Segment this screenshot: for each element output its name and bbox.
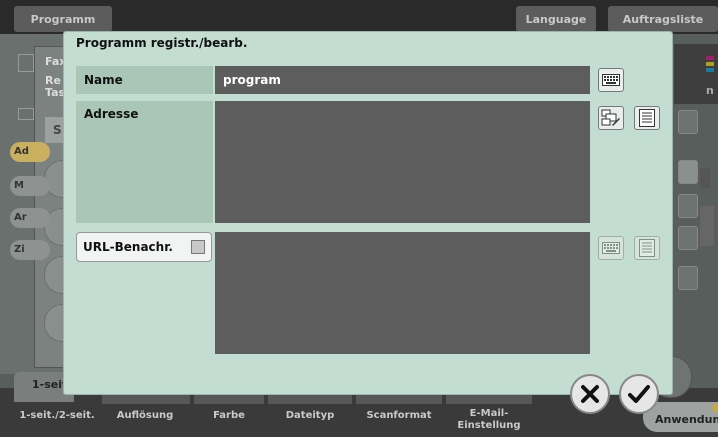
bg-right-item-5[interactable] bbox=[678, 266, 698, 290]
list-icon bbox=[639, 109, 655, 127]
list-icon bbox=[639, 239, 655, 257]
pill-ad[interactable]: Ad bbox=[10, 142, 50, 162]
tab-scan-size[interactable]: Scanformat bbox=[358, 410, 440, 421]
color-bar-magenta bbox=[706, 56, 714, 60]
bg-right-item-4[interactable] bbox=[678, 226, 698, 250]
pill-m[interactable]: M bbox=[10, 176, 50, 196]
scroll-indicator[interactable] bbox=[700, 168, 710, 188]
name-label: Name bbox=[76, 66, 213, 94]
pill-ar[interactable]: Ar bbox=[10, 208, 50, 228]
dialog-title: Programm registr./bearb. bbox=[76, 36, 248, 50]
address-book-button[interactable] bbox=[598, 106, 624, 130]
name-field[interactable]: program bbox=[215, 66, 590, 94]
url-keyboard-button[interactable] bbox=[598, 236, 624, 260]
cancel-button[interactable] bbox=[570, 374, 610, 414]
status-dot bbox=[712, 404, 718, 412]
url-notification-button[interactable]: URL-Benachr. bbox=[76, 232, 212, 262]
checkmark-icon bbox=[628, 385, 650, 403]
bg-right-item-3[interactable] bbox=[678, 194, 698, 218]
tab-file-type[interactable]: Dateityp bbox=[270, 410, 350, 421]
re-label: Re Tas bbox=[45, 74, 66, 99]
tab-email-settings[interactable]: E-Mail- Einstellung bbox=[448, 408, 530, 432]
tab-job-list[interactable]: Auftragsliste bbox=[608, 6, 718, 32]
url-list-button[interactable] bbox=[634, 236, 660, 260]
pill-zi[interactable]: Zi bbox=[10, 240, 50, 260]
address-field[interactable] bbox=[215, 101, 590, 223]
tab-color[interactable]: Farbe bbox=[196, 410, 262, 421]
bg-right-item-1[interactable] bbox=[678, 110, 698, 134]
tab-program[interactable]: Programm bbox=[14, 6, 112, 32]
address-book-icon bbox=[601, 109, 620, 126]
url-notification-checkbox[interactable] bbox=[191, 240, 205, 254]
tab-resolution[interactable]: Auflösung bbox=[104, 410, 186, 421]
keyboard-icon bbox=[602, 74, 620, 86]
address-list-button[interactable] bbox=[634, 106, 660, 130]
name-keyboard-button[interactable] bbox=[598, 68, 624, 92]
document-icon bbox=[18, 54, 34, 72]
tab-language[interactable]: Language bbox=[516, 6, 596, 32]
scroll-down-button[interactable] bbox=[700, 206, 714, 246]
url-field[interactable] bbox=[215, 232, 590, 354]
mail-icon bbox=[18, 108, 34, 120]
close-icon bbox=[581, 385, 599, 403]
address-label: Adresse bbox=[76, 101, 213, 223]
background-right-panel: n bbox=[674, 44, 718, 104]
tab-duplex[interactable]: 1-seit./2-seit. bbox=[14, 410, 100, 421]
right-letter: n bbox=[706, 84, 714, 97]
keyboard-icon bbox=[602, 242, 620, 254]
url-notification-label: URL-Benachr. bbox=[83, 240, 173, 254]
ok-button[interactable] bbox=[619, 374, 659, 414]
bg-right-item-2[interactable] bbox=[678, 160, 698, 184]
color-bar-yellow bbox=[706, 62, 714, 66]
color-bar-cyan bbox=[706, 68, 714, 72]
